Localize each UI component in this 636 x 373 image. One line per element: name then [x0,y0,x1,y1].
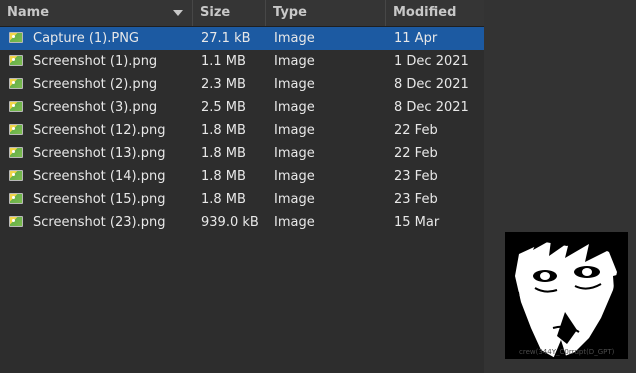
sort-descending-icon [173,10,183,16]
file-rows: Capture (1).PNG 27.1 kB Image 11 Apr Screens… [0,27,484,234]
file-row[interactable]: Screenshot (23).png 939.0 kB Image 15 Mar [0,211,484,234]
file-name: Screenshot (12).png [33,123,166,138]
file-row[interactable]: Screenshot (3).png 2.5 MB Image 8 Dec 2021 [0,96,484,119]
image-file-icon [9,147,23,158]
image-file-icon [9,55,23,66]
file-type: Image [274,169,315,184]
image-file-icon [9,124,23,135]
file-type: Image [274,31,315,46]
file-size: 1.8 MB [201,169,246,184]
file-modified: 11 Apr [394,31,438,46]
file-name: Screenshot (2).png [33,77,158,92]
file-modified: 8 Dec 2021 [394,77,469,92]
column-header-size-label: Size [200,5,231,20]
file-size: 2.5 MB [201,100,246,115]
file-size: 1.8 MB [201,146,246,161]
file-size: 27.1 kB [201,31,251,46]
file-modified: 8 Dec 2021 [394,100,469,115]
file-row[interactable]: Screenshot (12).png 1.8 MB Image 22 Feb [0,119,484,142]
file-modified: 1 Dec 2021 [394,54,469,69]
file-size: 2.3 MB [201,77,246,92]
file-modified: 15 Mar [394,215,440,230]
file-size: 1.8 MB [201,192,246,207]
image-file-icon [9,170,23,181]
preview-caption: crew(344Y_C0rrupt(D_GPT) [519,348,615,356]
file-type: Image [274,123,315,138]
file-name: Screenshot (1).png [33,54,158,69]
file-type: Image [274,215,315,230]
file-row[interactable]: Capture (1).PNG 27.1 kB Image 11 Apr [0,27,484,50]
column-header-type[interactable]: Type [266,0,386,26]
file-type: Image [274,100,315,115]
column-header-type-label: Type [273,5,307,20]
file-name: Capture (1).PNG [33,31,140,46]
image-file-icon [9,216,23,227]
file-size: 1.1 MB [201,54,246,69]
file-name: Screenshot (14).png [33,169,166,184]
file-modified: 23 Feb [394,192,438,207]
file-name: Screenshot (23).png [33,215,166,230]
file-row[interactable]: Screenshot (13).png 1.8 MB Image 22 Feb [0,142,484,165]
file-row[interactable]: Screenshot (2).png 2.3 MB Image 8 Dec 2021 [0,73,484,96]
file-row[interactable]: Screenshot (1).png 1.1 MB Image 1 Dec 2021 [0,50,484,73]
file-type: Image [274,77,315,92]
file-modified: 22 Feb [394,123,438,138]
image-file-icon [9,78,23,89]
file-name: Screenshot (13).png [33,146,166,161]
column-header: Name Size Type Modified [0,0,484,27]
column-header-name[interactable]: Name [0,0,193,26]
column-header-size[interactable]: Size [193,0,266,26]
column-header-modified-label: Modified [393,5,457,20]
file-row[interactable]: Screenshot (14).png 1.8 MB Image 23 Feb [0,165,484,188]
image-file-icon [9,193,23,204]
file-modified: 23 Feb [394,169,438,184]
file-type: Image [274,54,315,69]
file-name: Screenshot (15).png [33,192,166,207]
image-file-icon [9,32,23,43]
column-header-name-label: Name [7,5,50,20]
file-size: 939.0 kB [201,215,259,230]
anime-character-image [505,232,628,359]
image-file-icon [9,101,23,112]
file-type: Image [274,146,315,161]
file-row[interactable]: Screenshot (15).png 1.8 MB Image 23 Feb [0,188,484,211]
preview-thumbnail: crew(344Y_C0rrupt(D_GPT) [505,232,628,359]
file-type: Image [274,192,315,207]
file-list: Name Size Type Modified Capture (1).PNG 2… [0,0,484,373]
column-header-modified[interactable]: Modified [386,0,484,26]
file-name: Screenshot (3).png [33,100,158,115]
file-size: 1.8 MB [201,123,246,138]
preview-pane: crew(344Y_C0rrupt(D_GPT) [484,0,636,373]
file-modified: 22 Feb [394,146,438,161]
